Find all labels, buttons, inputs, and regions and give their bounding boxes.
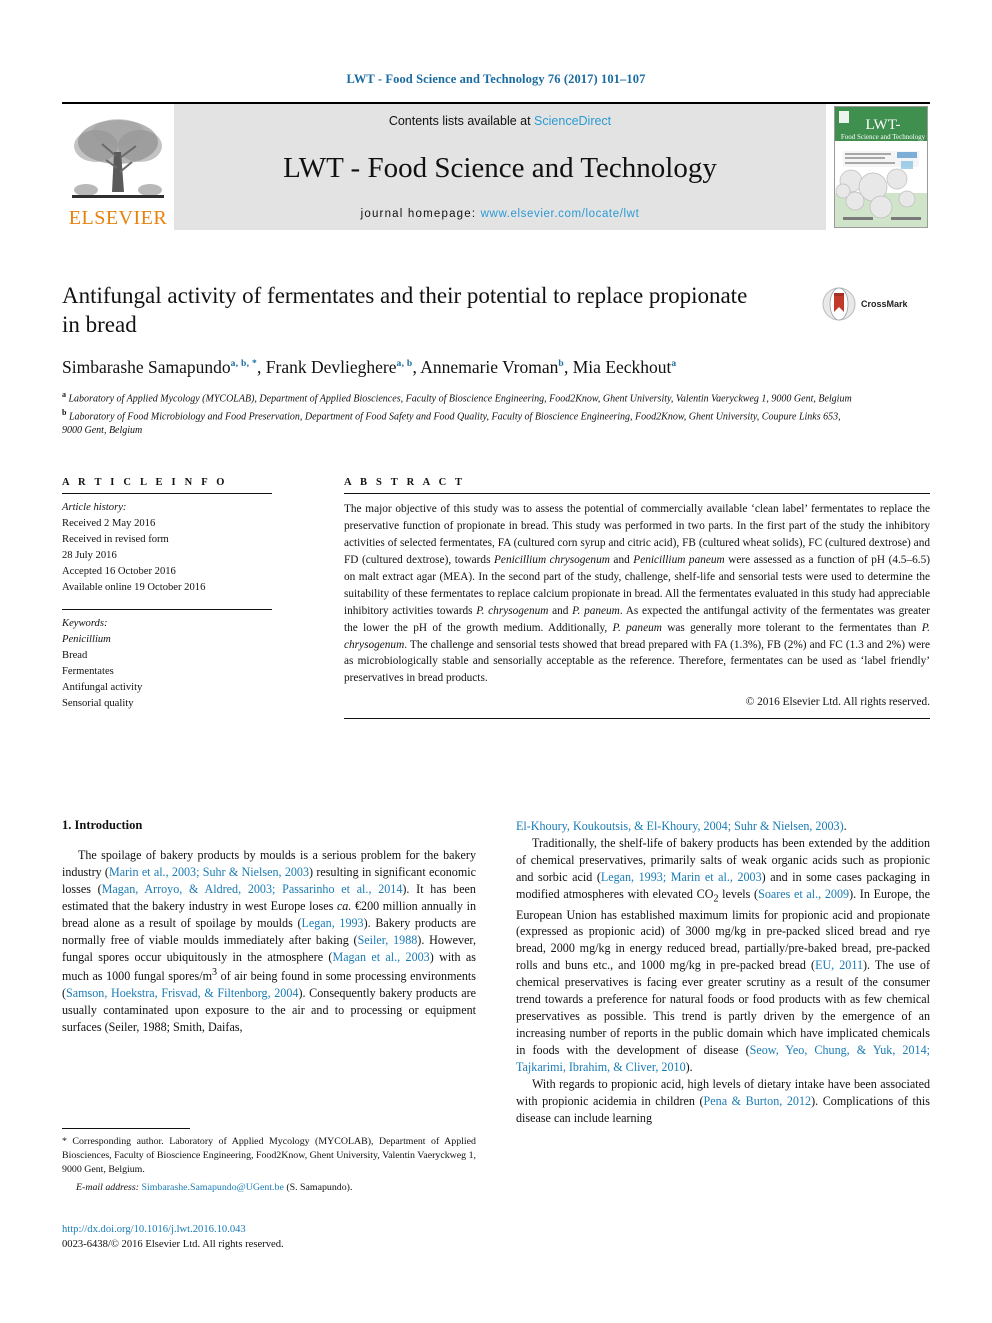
affiliation-text: Laboratory of Food Microbiology and Food… [62,410,841,437]
paper-page: LWT - Food Science and Technology 76 (20… [0,0,992,1323]
keyword-item: Fermentates [62,665,114,677]
abstract-bottom-rule [344,718,930,720]
journal-cover-thumbnail: LWT- Food Science and Technology [834,104,930,230]
abstract-copyright: © 2016 Elsevier Ltd. All rights reserved… [745,696,930,709]
contents-lists-prefix: Contents lists available at [388,114,535,128]
article-history: Article history: Received 2 May 2016 Rec… [62,494,306,597]
journal-cover-image: LWT- Food Science and Technology [834,106,928,228]
author-name: Mia Eeckhout [572,357,672,378]
journal-title: LWT - Food Science and Technology [283,151,717,184]
article-history-item: Received 2 May 2016 [62,518,156,530]
body-column-right: El-Khoury, Koukoutsis, & El-Khoury, 2004… [516,818,930,1127]
corresponding-author-footnote: * Corresponding author. Laboratory of Ap… [62,1128,476,1193]
keywords-label: Keywords: [62,617,108,629]
svg-text:LWT-: LWT- [866,117,901,133]
article-history-item: 28 July 2016 [62,550,117,562]
keyword-item: Sensorial quality [62,698,134,710]
author-name: Frank Devlieghere [265,357,397,378]
paragraph: El-Khoury, Koukoutsis, & El-Khoury, 2004… [516,819,847,833]
crossmark-icon [822,287,856,321]
elsevier-tree-icon [72,119,164,198]
affiliation-item: a Laboratory of Applied Mycology (MYCOLA… [62,389,862,407]
issn-copyright: 0023-6438/© 2016 Elsevier Ltd. All right… [62,1239,284,1251]
keyword-item: Penicillium [62,633,111,645]
paragraph: The spoilage of bakery products by mould… [62,848,477,1034]
keyword-item: Antifungal activity [62,681,143,693]
affiliation-item: b Laboratory of Food Microbiology and Fo… [62,407,862,439]
elsevier-wordmark: ELSEVIER [68,207,168,229]
title-block: Antifungal activity of fermentates and t… [62,282,930,438]
info-abstract-section: A R T I C L E I N F O A B S T R A C T Ar… [62,477,930,720]
svg-text:Food Science and Technology: Food Science and Technology [841,133,926,141]
journal-masthead: ELSEVIER Contents lists available at Sci… [62,102,930,230]
author-list: Simbarashe Samapundoa, b, *, Frank Devli… [62,357,930,378]
page-title: Antifungal activity of fermentates and t… [62,283,748,337]
affiliation-text: Laboratory of Applied Mycology (MYCOLAB)… [68,393,852,405]
abstract-heading-col: A B S T R A C T [344,477,930,494]
abstract-panel: The major objective of this study was to… [344,494,930,720]
masthead-body: ELSEVIER Contents lists available at Sci… [62,104,930,230]
crossmark-label: CrossMark [861,299,908,309]
author-entry: Simbarashe Samapundoa, b, *, [62,357,266,377]
keyword-item: Bread [62,649,88,661]
affiliation-mark: a [62,390,66,400]
author-sep: , [257,357,266,378]
abstract-heading: A B S T R A C T [344,477,466,488]
author-marks: a, b, * [230,359,258,370]
sciencedirect-link[interactable]: ScienceDirect [534,114,611,128]
info-abstract-columns: Article history: Received 2 May 2016 Rec… [62,494,930,720]
author-name: Annemarie Vroman [420,357,559,378]
author-entry: Annemarie Vromanb, [420,357,572,377]
author-entry: Frank Devliegherea, b, [266,357,421,377]
article-history-item: Accepted 16 October 2016 [62,566,176,578]
email-label: E-mail address: [76,1182,139,1194]
article-history-item: Received in revised form [62,534,169,546]
abstract-text: The major objective of this study was to… [344,503,930,685]
article-info-heading: A R T I C L E I N F O [62,477,228,488]
affiliation-mark: b [62,407,67,417]
paragraph: With regards to propionic acid, high lev… [516,1077,930,1126]
article-info-panel: Article history: Received 2 May 2016 Rec… [62,494,306,719]
section-heading-introduction: 1. Introduction [62,818,143,832]
author-sep: , [564,357,573,378]
email-link[interactable]: Simbarashe.Samapundo@UGent.be [141,1182,283,1193]
info-abstract-headings: A R T I C L E I N F O A B S T R A C T [62,477,930,494]
author-entry: Mia Eeckhouta [573,357,677,377]
elsevier-logo: ELSEVIER [62,104,174,230]
journal-homepage-label: journal homepage: [360,208,481,220]
article-history-label: Article history: [62,502,127,513]
footer-identifiers: http://dx.doi.org/10.1016/j.lwt.2016.10.… [62,1222,482,1253]
email-owner: (S. Samapundo). [286,1182,353,1194]
email-line: E-mail address: Simbarashe.Samapundo@UGe… [62,1182,476,1193]
journal-band: Contents lists available at ScienceDirec… [174,104,826,230]
article-history-item: Available online 19 October 2016 [62,582,206,594]
contents-lists-line: Contents lists available at ScienceDirec… [389,114,611,128]
crossmark-badge[interactable]: CrossMark [822,284,930,324]
article-info-heading-col: A R T I C L E I N F O [62,477,306,494]
keywords-panel: Keywords: Penicillium Bread Fermentates … [62,610,306,713]
author-marks: a [671,359,677,370]
author-name: Simbarashe Samapundo [62,357,231,378]
body-column-left: 1. Introduction The spoilage of bakery p… [62,818,476,1127]
running-head: LWT - Food Science and Technology 76 (20… [346,72,646,86]
corresponding-author-text: * Corresponding author. Laboratory of Ap… [62,1136,476,1176]
paragraph: Traditionally, the shelf-life of bakery … [516,835,930,1075]
doi-link[interactable]: http://dx.doi.org/10.1016/j.lwt.2016.10.… [62,1222,482,1237]
affiliation-list: a Laboratory of Applied Mycology (MYCOLA… [62,389,862,438]
footnote-rule [62,1128,190,1129]
author-marks: a, b [396,359,413,370]
journal-homepage-line: journal homepage: www.elsevier.com/locat… [361,208,640,220]
journal-homepage-link[interactable]: www.elsevier.com/locate/lwt [481,208,640,220]
body-columns: 1. Introduction The spoilage of bakery p… [62,818,930,1127]
journal-cover-art-icon: LWT- Food Science and Technology [835,107,927,227]
